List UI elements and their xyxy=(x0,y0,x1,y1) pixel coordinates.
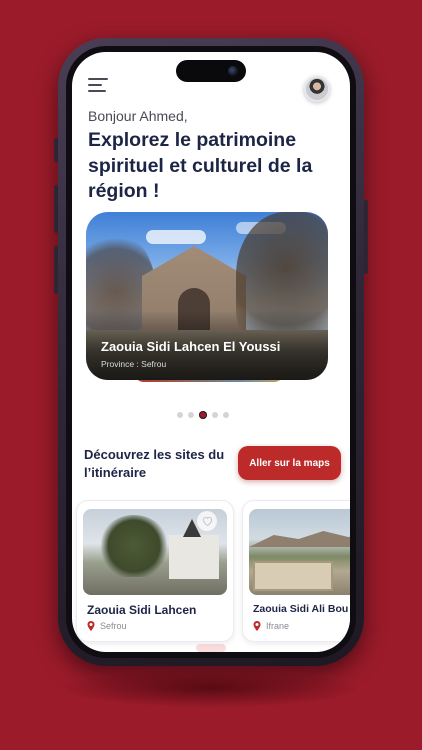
site-location: Sefrou xyxy=(87,621,127,631)
phone-shadow xyxy=(60,668,360,708)
home-indicator xyxy=(196,644,226,652)
open-maps-button[interactable]: Aller sur la maps xyxy=(238,446,341,480)
app-screen: Bonjour Ahmed, Explorez le patrimoine sp… xyxy=(72,52,350,652)
page-title: Explorez le patrimoine spirituel et cult… xyxy=(88,129,313,202)
hero-carousel-card[interactable]: Zaouia Sidi Lahcen El Youssi Province : … xyxy=(86,212,328,380)
carousel-dot[interactable] xyxy=(177,412,183,418)
favorite-button[interactable] xyxy=(197,511,217,531)
carousel-dot[interactable] xyxy=(223,412,229,418)
menu-icon[interactable] xyxy=(88,78,108,92)
hero-card-title: Zaouia Sidi Lahcen El Youssi xyxy=(101,339,281,354)
section-title: Découvrez les sites du l’itinéraire xyxy=(84,447,225,480)
phone-power-button xyxy=(364,200,368,274)
carousel-dot[interactable] xyxy=(188,412,194,418)
site-card[interactable]: Zaouia Sidi Lahcen Sefrou xyxy=(76,500,234,642)
heart-icon xyxy=(202,516,212,526)
carousel-pagination xyxy=(177,411,229,419)
site-image xyxy=(249,509,350,595)
carousel-dot-active[interactable] xyxy=(199,411,207,419)
site-image-building xyxy=(169,535,219,579)
site-location-label: Sefrou xyxy=(100,621,127,631)
location-pin-icon xyxy=(253,621,261,631)
hero-card-subtitle: Province : Sefrou xyxy=(101,359,167,369)
site-card[interactable]: Zaouia Sidi Ali Bou Ifrane xyxy=(242,500,350,642)
site-image-ruin xyxy=(253,561,333,591)
dynamic-island xyxy=(176,60,246,82)
carousel-dot[interactable] xyxy=(212,412,218,418)
site-location: Ifrane xyxy=(253,621,289,631)
camera-icon xyxy=(228,66,238,76)
avatar[interactable] xyxy=(304,76,330,102)
greeting-text: Bonjour Ahmed, xyxy=(88,108,188,124)
site-location-label: Ifrane xyxy=(266,621,290,631)
site-name: Zaouia Sidi Lahcen xyxy=(87,603,197,617)
site-name: Zaouia Sidi Ali Bou xyxy=(253,603,349,615)
site-image-hill xyxy=(249,531,350,547)
hero-image-cloud xyxy=(146,230,206,244)
location-pin-icon xyxy=(87,621,95,631)
site-image-tree xyxy=(99,515,169,577)
